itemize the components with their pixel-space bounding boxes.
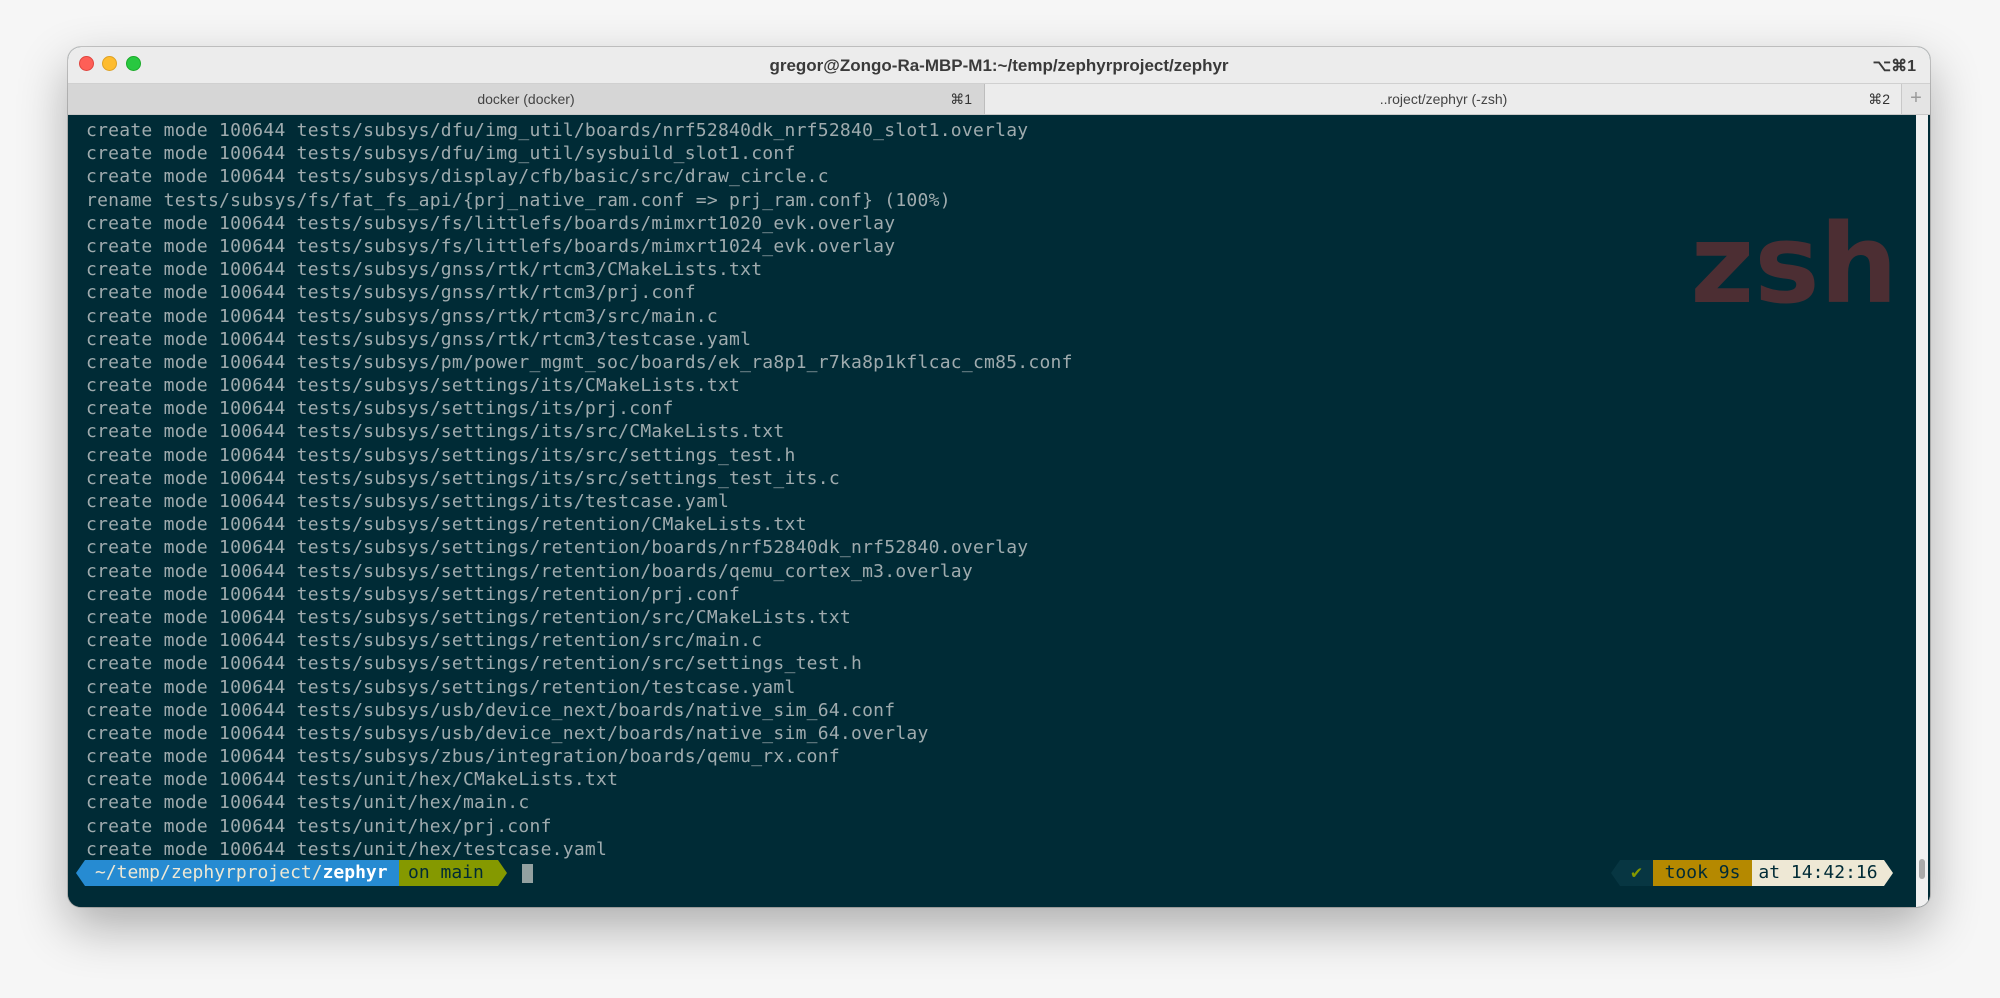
output-line: create mode 100644 tests/subsys/settings… (86, 537, 1029, 559)
output-line: create mode 100644 tests/subsys/dfu/img_… (86, 120, 1029, 141)
output-line: create mode 100644 tests/subsys/settings… (86, 606, 851, 628)
output-line: create mode 100644 tests/subsys/settings… (86, 421, 785, 443)
prompt-end-cap (498, 860, 507, 886)
output-line: create mode 100644 tests/subsys/settings… (86, 398, 674, 420)
output-line: create mode 100644 tests/subsys/gnss/rtk… (86, 305, 718, 327)
prompt-start-cap (76, 860, 85, 886)
output-line: create mode 100644 tests/subsys/settings… (86, 630, 763, 652)
window-title: gregor@Zongo-Ra-MBP-M1:~/temp/zephyrproj… (769, 56, 1229, 75)
text-cursor (522, 864, 533, 883)
output-line: create mode 100644 tests/subsys/dfu/img_… (86, 143, 796, 165)
tab-shortcut: ⌘1 (950, 91, 972, 107)
prompt-path-dir: zephyr (322, 862, 388, 883)
output-line: create mode 100644 tests/subsys/zbus/int… (86, 746, 840, 768)
output-line: create mode 100644 tests/unit/hex/CMakeL… (86, 769, 619, 791)
output-line: create mode 100644 tests/subsys/usb/devi… (86, 699, 896, 721)
output-line: create mode 100644 tests/subsys/settings… (86, 514, 807, 536)
prompt-git-segment: on main (399, 860, 498, 886)
tab-zsh[interactable]: ..roject/zephyr (-zsh) ⌘2 (985, 84, 1902, 114)
shell-watermark: zsh (1690, 200, 1898, 328)
output-line: create mode 100644 tests/subsys/gnss/rtk… (86, 328, 752, 350)
output-line: create mode 100644 tests/subsys/settings… (86, 676, 796, 698)
title-bar[interactable]: gregor@Zongo-Ra-MBP-M1:~/temp/zephyrproj… (68, 47, 1930, 84)
output-line: create mode 100644 tests/subsys/settings… (86, 467, 840, 489)
tab-docker[interactable]: docker (docker) ⌘1 (68, 84, 985, 114)
tab-label: ..roject/zephyr (-zsh) (1379, 91, 1508, 107)
output-line: create mode 100644 tests/subsys/gnss/rtk… (86, 259, 763, 281)
output-line: create mode 100644 tests/subsys/display/… (86, 166, 829, 188)
rprompt-end-cap (1884, 860, 1893, 886)
rprompt-duration: took 9s (1653, 860, 1752, 886)
output-line: create mode 100644 tests/subsys/settings… (86, 491, 730, 512)
new-tab-button[interactable]: + (1901, 84, 1930, 114)
output-line: create mode 100644 tests/subsys/usb/devi… (86, 722, 929, 744)
rprompt-time: at 14:42:16 (1752, 860, 1884, 886)
output-line: create mode 100644 tests/subsys/settings… (86, 583, 741, 605)
prompt-path-prefix: ~/temp/zephyrproject/ (95, 862, 323, 883)
tab-shortcut: ⌘2 (1868, 91, 1890, 107)
terminal-output-area[interactable]: zsh create mode 100644 tests/subsys/dfu/… (68, 115, 1930, 907)
window-shortcut: ⌥⌘1 (1872, 58, 1916, 75)
output-line: rename tests/subsys/fs/fat_fs_api/{prj_n… (86, 189, 951, 211)
output-line: create mode 100644 tests/subsys/settings… (86, 444, 796, 466)
output-line: create mode 100644 tests/subsys/pm/power… (86, 351, 1073, 373)
output-lines: create mode 100644 tests/subsys/dfu/img_… (86, 119, 1073, 861)
output-line: create mode 100644 tests/subsys/settings… (86, 375, 741, 397)
terminal-window: gregor@Zongo-Ra-MBP-M1:~/temp/zephyrproj… (68, 47, 1930, 907)
output-line: create mode 100644 tests/subsys/fs/littl… (86, 212, 896, 234)
rprompt-status-ok: ✔ (1620, 860, 1653, 886)
output-line: create mode 100644 tests/subsys/settings… (86, 653, 863, 675)
output-line: create mode 100644 tests/unit/hex/prj.co… (86, 815, 552, 837)
output-line: create mode 100644 tests/unit/hex/main.c (86, 792, 530, 814)
rprompt-start-cap (1611, 860, 1620, 886)
output-line: create mode 100644 tests/subsys/settings… (86, 560, 973, 582)
tab-label: docker (docker) (477, 91, 575, 107)
output-line: create mode 100644 tests/unit/hex/testca… (86, 838, 608, 860)
prompt-line: ~/temp/zephyrproject/zephyr on main ✔ to… (76, 860, 1922, 886)
output-line: create mode 100644 tests/subsys/fs/littl… (86, 235, 896, 257)
output-line: create mode 100644 tests/subsys/gnss/rtk… (86, 282, 696, 304)
scrollbar[interactable] (1916, 115, 1928, 907)
prompt-path-segment: ~/temp/zephyrproject/zephyr (85, 860, 399, 886)
tab-bar: docker (docker) ⌘1 ..roject/zephyr (-zsh… (68, 84, 1930, 115)
